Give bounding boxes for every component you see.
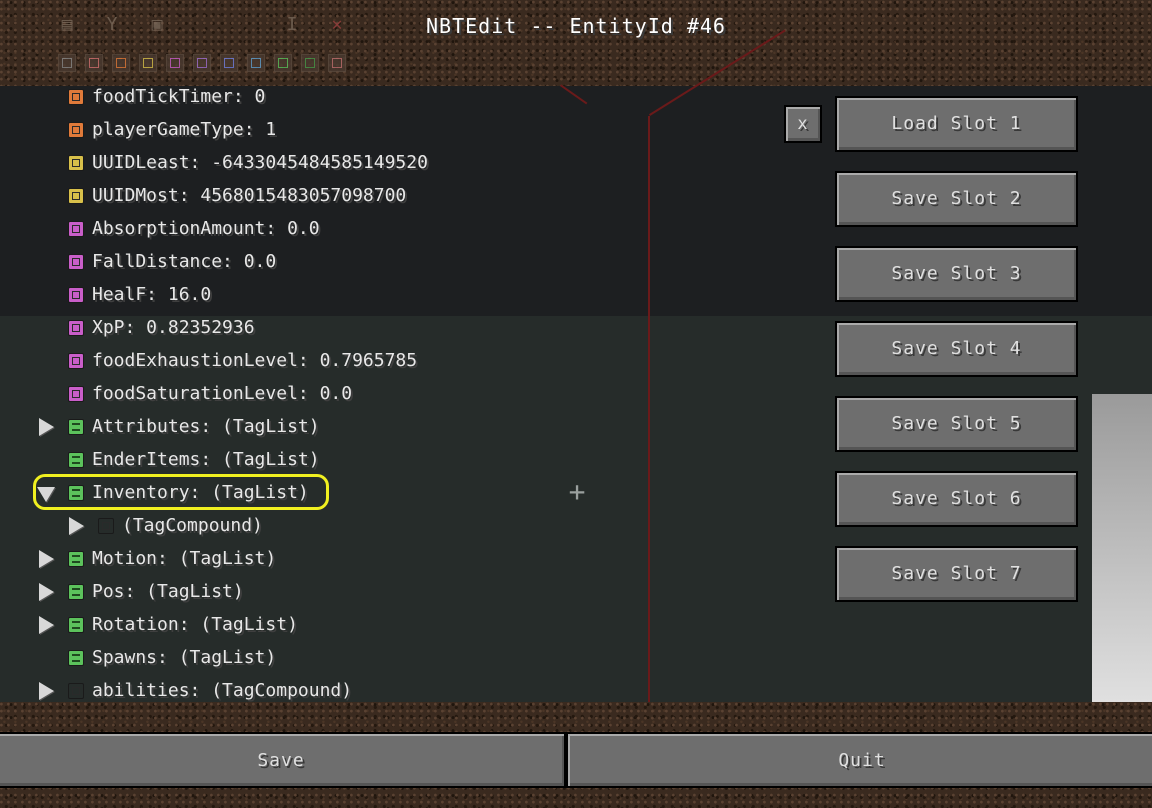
add-string-tag-button[interactable] (247, 54, 265, 72)
tree-row[interactable]: EnderItems: (TagList) (0, 445, 760, 475)
nbt-tree: foodTickTimer: 0 playerGameType: 1 UUIDLea… (0, 86, 800, 702)
expand-arrow-icon[interactable] (35, 548, 57, 570)
tree-row-label: Motion: (TagList) (92, 548, 277, 569)
tree-row-label: AbsorptionAmount: 0.0 (92, 218, 320, 239)
int-tag-icon (68, 89, 84, 105)
list-tag-icon (68, 584, 84, 600)
tree-row[interactable]: Attributes: (TagList) (0, 412, 760, 442)
add-list-tag-button[interactable] (274, 54, 292, 72)
tree-row-label: UUIDLeast: -6433045484585149520 (92, 152, 428, 173)
add-int-array-tag-button[interactable] (328, 54, 346, 72)
tree-row[interactable]: XpP: 0.82352936 (0, 313, 760, 343)
tree-row-label: playerGameType: 1 (92, 119, 277, 140)
save-slot-2-button[interactable]: Save Slot 2 (835, 171, 1078, 227)
expand-arrow-icon[interactable] (35, 416, 57, 438)
tree-row[interactable]: playerGameType: 1 (0, 115, 760, 145)
close-button[interactable]: x (784, 105, 822, 143)
expand-arrow-icon[interactable] (35, 680, 57, 702)
list-tag-icon (68, 551, 84, 567)
float-tag-icon (68, 386, 84, 402)
dirt-background-top (0, 0, 1152, 86)
long-tag-icon (68, 155, 84, 171)
list-tag-icon (68, 419, 84, 435)
long-tag-icon (68, 188, 84, 204)
float-tag-icon (68, 320, 84, 336)
tree-row[interactable]: HealF: 16.0 (0, 280, 760, 310)
tree-row-label: XpP: 0.82352936 (92, 317, 255, 338)
add-short-tag-button[interactable] (85, 54, 103, 72)
tree-row[interactable]: UUIDMost: 4568015483057098700 (0, 181, 760, 211)
float-tag-icon (68, 287, 84, 303)
tree-row-label: abilities: (TagCompound) (92, 680, 353, 701)
tree-row-label: foodSaturationLevel: 0.0 (92, 383, 353, 404)
list-tag-icon (68, 452, 84, 468)
tree-row-label: HealF: 16.0 (92, 284, 212, 305)
int-tag-icon (68, 122, 84, 138)
compound-tag-icon (68, 683, 84, 699)
tree-row-label: UUIDMost: 4568015483057098700 (92, 185, 407, 206)
save-slot-7-button[interactable]: Save Slot 7 (835, 546, 1078, 602)
compound-tag-icon (98, 518, 114, 534)
save-slot-6-button[interactable]: Save Slot 6 (835, 471, 1078, 527)
tree-row[interactable]: Motion: (TagList) (0, 544, 760, 574)
tree-row[interactable]: foodTickTimer: 0 (0, 82, 760, 112)
tree-row[interactable]: FallDistance: 0.0 (0, 247, 760, 277)
load-slot-1-button[interactable]: Load Slot 1 (835, 96, 1078, 152)
add-compound-tag-button[interactable] (301, 54, 319, 72)
save-button[interactable]: Save (0, 732, 566, 788)
tree-row[interactable]: Rotation: (TagList) (0, 610, 760, 640)
add-int-tag-button[interactable] (112, 54, 130, 72)
tree-row-label: (TagCompound) (122, 515, 263, 536)
tree-row[interactable]: UUIDLeast: -6433045484585149520 (0, 148, 760, 178)
tree-row-label: foodTickTimer: 0 (92, 86, 266, 107)
add-long-tag-button[interactable] (139, 54, 157, 72)
window-title: NBTEdit -- EntityId #46 (426, 14, 726, 38)
save-slot-3-button[interactable]: Save Slot 3 (835, 246, 1078, 302)
light-panel (1092, 394, 1152, 702)
tree-row[interactable]: abilities: (TagCompound) (0, 676, 760, 706)
add-double-tag-button[interactable] (193, 54, 211, 72)
tree-row-label: FallDistance: 0.0 (92, 251, 277, 272)
expand-arrow-icon[interactable] (65, 515, 87, 537)
tree-row[interactable]: Pos: (TagList) (0, 577, 760, 607)
tree-row-label: Rotation: (TagList) (92, 614, 298, 635)
tree-row-label: Attributes: (TagList) (92, 416, 320, 437)
quit-button[interactable]: Quit (566, 732, 1152, 788)
save-slot-5-button[interactable]: Save Slot 5 (835, 396, 1078, 452)
expand-arrow-icon[interactable] (35, 614, 57, 636)
copy-icon[interactable]: ▤ (56, 14, 78, 36)
float-tag-icon (68, 254, 84, 270)
tree-row-label: foodExhaustionLevel: 0.7965785 (92, 350, 418, 371)
save-slot-4-button[interactable]: Save Slot 4 (835, 321, 1078, 377)
cut-icon[interactable]: Y (101, 14, 123, 36)
list-tag-icon (68, 650, 84, 666)
tree-row[interactable]: Spawns: (TagList) (0, 643, 760, 673)
add-float-tag-button[interactable] (166, 54, 184, 72)
expand-arrow-icon[interactable] (35, 581, 57, 603)
float-tag-icon (68, 221, 84, 237)
tree-row[interactable]: (TagCompound) (0, 511, 760, 541)
selection-highlight (33, 474, 329, 510)
tree-row[interactable]: foodSaturationLevel: 0.0 (0, 379, 760, 409)
float-tag-icon (68, 353, 84, 369)
tree-row-label: Spawns: (TagList) (92, 647, 277, 668)
tree-row-label: Pos: (TagList) (92, 581, 244, 602)
tree-row[interactable]: foodExhaustionLevel: 0.7965785 (0, 346, 760, 376)
tree-row[interactable]: AbsorptionAmount: 0.0 (0, 214, 760, 244)
add-byte-array-tag-button[interactable] (220, 54, 238, 72)
add-byte-tag-button[interactable] (58, 54, 76, 72)
list-tag-icon (68, 617, 84, 633)
delete-icon[interactable]: ✕ (326, 14, 348, 36)
paste-icon[interactable]: ▣ (146, 14, 168, 36)
tree-row-label: EnderItems: (TagList) (92, 449, 320, 470)
edit-icon[interactable]: I (281, 14, 303, 36)
